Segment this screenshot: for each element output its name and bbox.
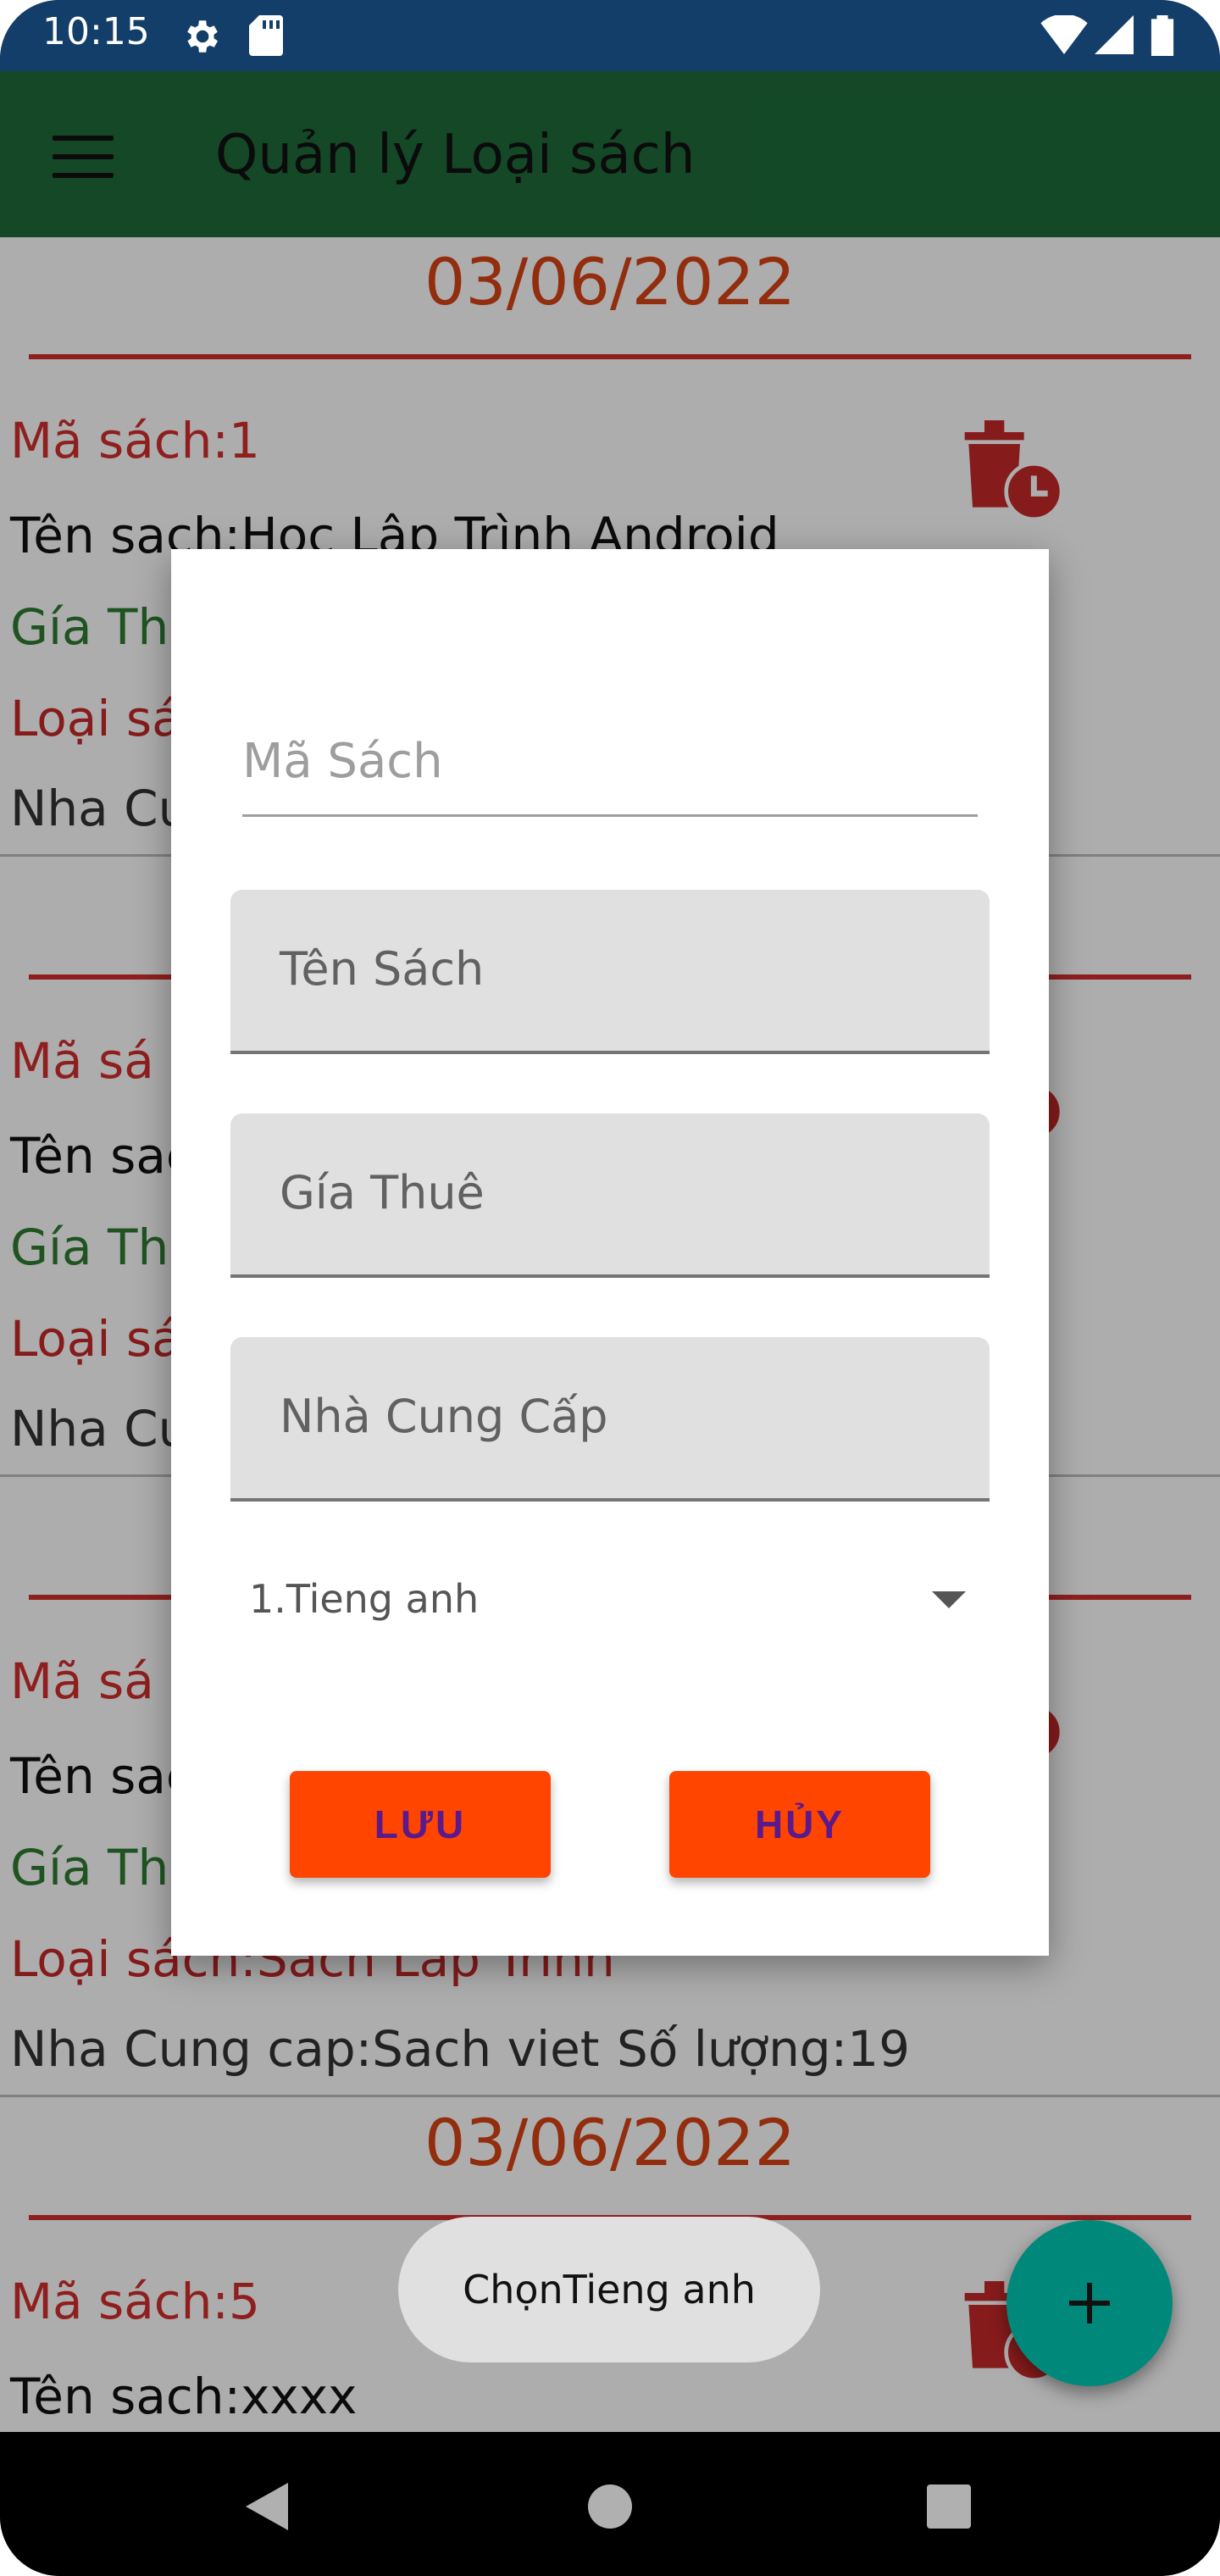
gia-thue-placeholder: Gía Thuê bbox=[280, 1166, 485, 1219]
signal-icon bbox=[1095, 15, 1134, 54]
ma-sach-field[interactable]: Mã Sách bbox=[242, 700, 978, 817]
cancel-button[interactable]: HỦY bbox=[669, 1771, 930, 1878]
status-bar: 10:15 bbox=[0, 0, 1220, 71]
gia-thue-field[interactable]: Gía Thuê bbox=[230, 1113, 990, 1278]
back-icon[interactable] bbox=[246, 2483, 288, 2530]
ma-sach-placeholder: Mã Sách bbox=[242, 734, 443, 789]
loai-sach-spinner[interactable]: 1.Tieng anh bbox=[242, 1556, 978, 1649]
status-time: 10:15 bbox=[42, 10, 150, 53]
plus-icon-vertical bbox=[1087, 2283, 1092, 2323]
nha-cung-cap-placeholder: Nhà Cung Cấp bbox=[280, 1390, 608, 1443]
toast-message: ChọnTieng anh bbox=[398, 2217, 820, 2362]
ten-sach-field[interactable]: Tên Sách bbox=[230, 890, 990, 1054]
ma-sach-underline bbox=[242, 814, 978, 817]
battery-icon bbox=[1151, 15, 1174, 56]
nha-cung-cap-field[interactable]: Nhà Cung Cấp bbox=[230, 1337, 990, 1502]
save-button[interactable]: LƯU bbox=[290, 1771, 551, 1878]
add-book-dialog: Mã Sách Tên Sách Gía Thuê Nhà Cung Cấp 1… bbox=[171, 549, 1049, 1956]
navigation-bar bbox=[0, 2432, 1220, 2576]
sd-card-icon bbox=[249, 15, 283, 56]
dropdown-arrow-icon[interactable] bbox=[932, 1591, 966, 1608]
add-fab-button[interactable] bbox=[1006, 2220, 1173, 2386]
home-icon[interactable] bbox=[588, 2484, 632, 2529]
phone-screen: 10:15 Quản lý Loại sách 03/06/2022 Mã sá… bbox=[0, 0, 1220, 2576]
spinner-value: 1.Tieng anh bbox=[249, 1576, 480, 1622]
recents-icon[interactable] bbox=[927, 2484, 971, 2529]
wifi-icon bbox=[1040, 15, 1088, 54]
settings-icon bbox=[187, 20, 218, 53]
ten-sach-placeholder: Tên Sách bbox=[280, 942, 485, 996]
